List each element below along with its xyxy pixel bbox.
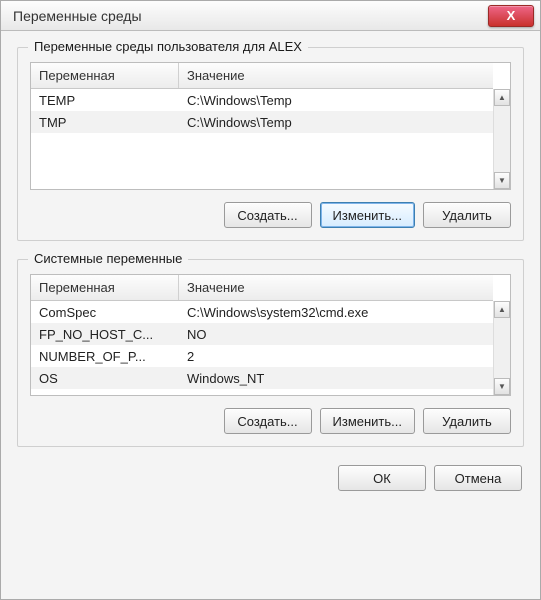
scroll-down-icon[interactable]: ▼ — [494, 172, 510, 189]
scroll-track[interactable] — [494, 318, 510, 378]
sys-edit-button[interactable]: Изменить... — [320, 408, 415, 434]
user-col-var-header[interactable]: Переменная — [31, 63, 179, 88]
sys-col-val-header[interactable]: Значение — [179, 275, 493, 300]
table-row[interactable]: TMP C:\Windows\Temp — [31, 111, 493, 133]
sys-var-value: NO — [179, 325, 493, 344]
sys-var-value: Windows_NT — [179, 369, 493, 388]
user-delete-button[interactable]: Удалить — [423, 202, 511, 228]
system-vars-group-label: Системные переменные — [28, 251, 188, 266]
system-vars-scrollbar[interactable]: ▲ ▼ — [493, 301, 510, 395]
table-row[interactable]: OS Windows_NT — [31, 367, 493, 389]
sys-delete-button[interactable]: Удалить — [423, 408, 511, 434]
system-vars-group: Системные переменные Переменная Значение… — [17, 259, 524, 447]
system-vars-buttons: Создать... Изменить... Удалить — [30, 408, 511, 434]
ok-button[interactable]: ОК — [338, 465, 426, 491]
table-row[interactable]: ComSpec C:\Windows\system32\cmd.exe — [31, 301, 493, 323]
scroll-down-icon[interactable]: ▼ — [494, 378, 510, 395]
system-vars-header: Переменная Значение — [31, 275, 493, 301]
sys-create-button[interactable]: Создать... — [224, 408, 312, 434]
scroll-up-icon[interactable]: ▲ — [494, 89, 510, 106]
user-var-value: C:\Windows\Temp — [179, 113, 493, 132]
sys-var-value: 2 — [179, 347, 493, 366]
sys-var-name: NUMBER_OF_P... — [31, 347, 179, 366]
sys-var-value: C:\Windows\system32\cmd.exe — [179, 303, 493, 322]
window-title: Переменные среды — [13, 8, 142, 24]
close-button[interactable]: X — [488, 5, 534, 27]
sys-col-var-header[interactable]: Переменная — [31, 275, 179, 300]
scroll-track[interactable] — [494, 106, 510, 172]
table-row[interactable]: TEMP C:\Windows\Temp — [31, 89, 493, 111]
user-vars-table: Переменная Значение TEMP C:\Windows\Temp… — [30, 62, 511, 190]
user-vars-group-label: Переменные среды пользователя для ALEX — [28, 39, 308, 54]
user-vars-buttons: Создать... Изменить... Удалить — [30, 202, 511, 228]
table-row[interactable]: FP_NO_HOST_C... NO — [31, 323, 493, 345]
user-col-val-header[interactable]: Значение — [179, 63, 493, 88]
user-var-name: TEMP — [31, 91, 179, 110]
close-icon: X — [507, 8, 516, 23]
dialog-buttons: ОК Отмена — [17, 465, 524, 491]
user-edit-button[interactable]: Изменить... — [320, 202, 415, 228]
user-vars-body: TEMP C:\Windows\Temp TMP C:\Windows\Temp — [31, 89, 493, 189]
user-var-value: C:\Windows\Temp — [179, 91, 493, 110]
client-area: Переменные среды пользователя для ALEX П… — [1, 31, 540, 599]
system-vars-body: ComSpec C:\Windows\system32\cmd.exe FP_N… — [31, 301, 493, 395]
sys-var-name: FP_NO_HOST_C... — [31, 325, 179, 344]
sys-var-name: OS — [31, 369, 179, 388]
user-vars-header: Переменная Значение — [31, 63, 493, 89]
table-row[interactable]: NUMBER_OF_P... 2 — [31, 345, 493, 367]
cancel-button[interactable]: Отмена — [434, 465, 522, 491]
system-vars-table: Переменная Значение ComSpec C:\Windows\s… — [30, 274, 511, 396]
sys-var-name: ComSpec — [31, 303, 179, 322]
user-var-name: TMP — [31, 113, 179, 132]
titlebar: Переменные среды X — [1, 1, 540, 31]
scroll-up-icon[interactable]: ▲ — [494, 301, 510, 318]
user-create-button[interactable]: Создать... — [224, 202, 312, 228]
env-vars-window: Переменные среды X Переменные среды поль… — [0, 0, 541, 600]
user-vars-scrollbar[interactable]: ▲ ▼ — [493, 89, 510, 189]
user-vars-group: Переменные среды пользователя для ALEX П… — [17, 47, 524, 241]
